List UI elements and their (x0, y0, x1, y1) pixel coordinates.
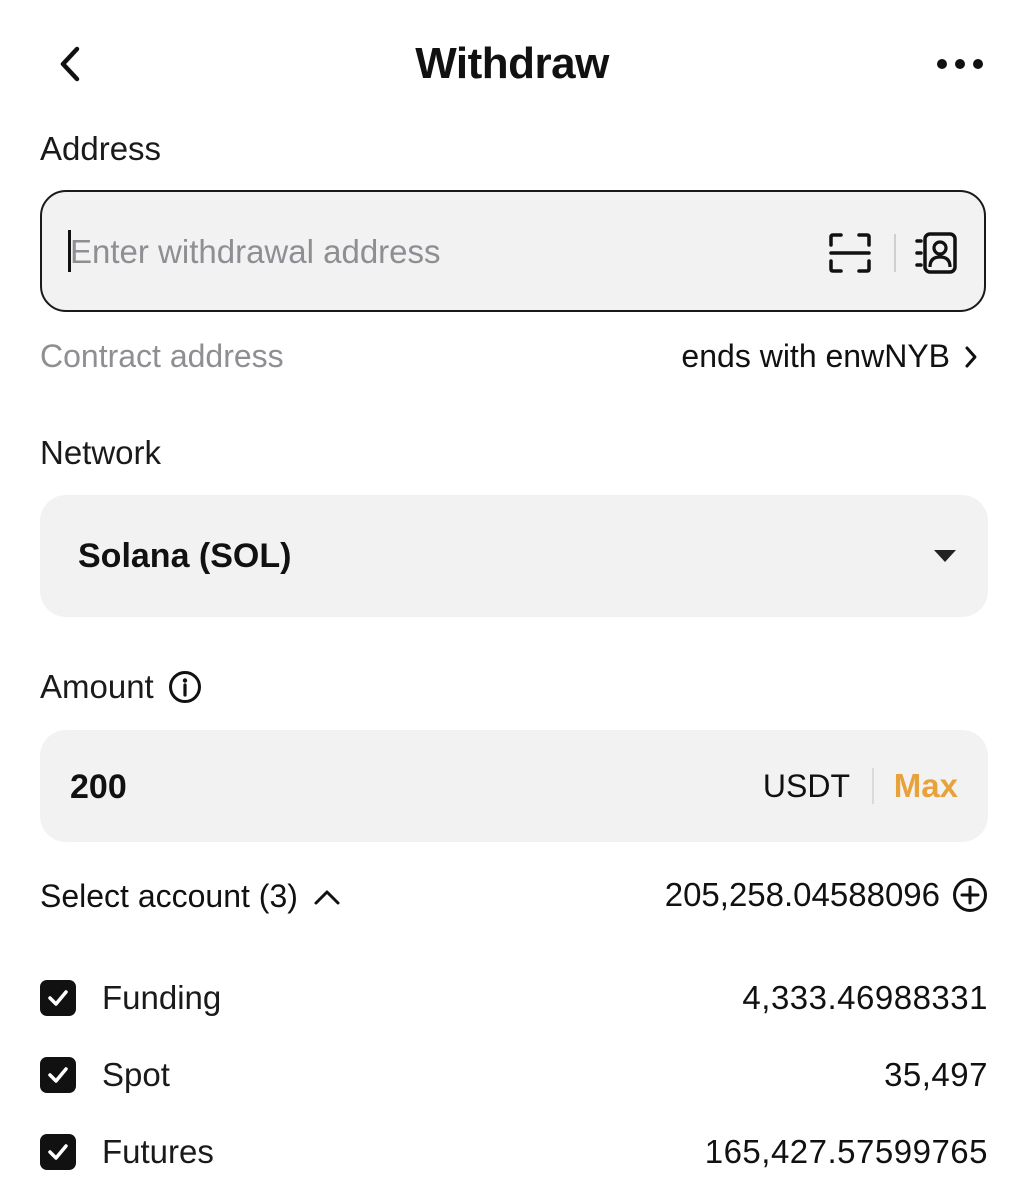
amount-divider (872, 768, 874, 804)
total-balance-value: 205,258.04588096 (664, 876, 940, 913)
add-funds-button[interactable] (952, 877, 988, 913)
scan-button[interactable] (822, 228, 878, 278)
currency-label: USDT (762, 768, 850, 804)
address-book-button[interactable] (908, 228, 964, 278)
info-icon[interactable] (168, 670, 202, 704)
account-amount: 165,427.57599765 (704, 1133, 988, 1170)
total-balance: 205,258.04588096 (665, 876, 988, 914)
account-name: Futures (102, 1133, 214, 1170)
account-amount: 35,497 (884, 1056, 988, 1093)
funding-checkbox[interactable] (40, 980, 76, 1016)
contract-address-value: ends with enwNYB (681, 338, 950, 374)
network-select[interactable]: Solana (SOL) (40, 495, 988, 617)
scan-icon (829, 233, 871, 273)
back-button[interactable] (40, 36, 100, 92)
checkmark-icon (48, 1067, 68, 1083)
contract-address-label: Contract address (40, 338, 284, 374)
select-account-label: Select account (3) (40, 878, 298, 914)
plus-circle-icon (953, 878, 987, 912)
chevron-up-icon (314, 890, 340, 904)
network-selected-value: Solana (SOL) (78, 537, 292, 575)
futures-checkbox[interactable] (40, 1134, 76, 1170)
checkmark-icon (48, 1144, 68, 1160)
account-row-funding[interactable]: Funding 4,333.46988331 (40, 970, 988, 1026)
address-book-icon (915, 232, 957, 274)
address-label: Address (40, 130, 162, 167)
max-button[interactable]: Max (894, 730, 958, 842)
amount-field[interactable]: USDT Max (40, 730, 988, 842)
more-dot-icon (955, 59, 965, 69)
dropdown-caret-icon (934, 550, 956, 562)
text-cursor (68, 230, 71, 272)
more-dot-icon (973, 59, 983, 69)
chevron-left-icon (60, 46, 80, 82)
amount-label: Amount (40, 668, 154, 705)
page-title: Withdraw (415, 39, 609, 88)
select-account-toggle[interactable]: Select account (3) (40, 878, 342, 915)
account-name: Funding (102, 979, 222, 1016)
address-divider (894, 234, 896, 272)
chevron-right-icon (965, 346, 977, 367)
checkmark-icon (48, 990, 68, 1006)
address-field[interactable] (40, 190, 986, 312)
more-dot-icon (937, 59, 947, 69)
address-input[interactable] (68, 220, 812, 284)
account-row-spot[interactable]: Spot 35,497 (40, 1047, 988, 1103)
account-row-futures[interactable]: Futures 165,427.57599765 (40, 1124, 988, 1180)
network-label: Network (40, 434, 162, 471)
account-amount: 4,333.46988331 (742, 979, 988, 1016)
contract-address-link[interactable]: ends with enwNYB (681, 338, 980, 375)
account-name: Spot (102, 1056, 170, 1093)
amount-input[interactable] (68, 752, 672, 822)
amount-label-row: Amount (40, 668, 202, 706)
spot-checkbox[interactable] (40, 1057, 76, 1093)
more-options-button[interactable] (924, 36, 996, 92)
